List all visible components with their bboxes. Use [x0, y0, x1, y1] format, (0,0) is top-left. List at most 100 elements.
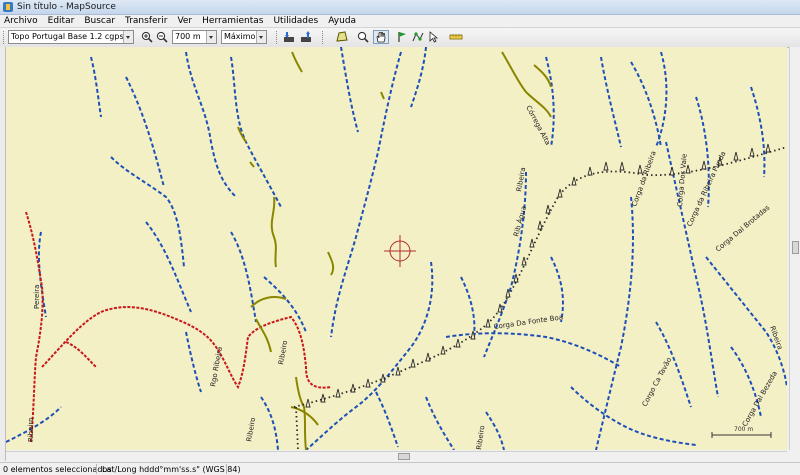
map-label: Ribeira — [768, 325, 784, 351]
scale-label: 700 m — [734, 426, 753, 433]
olive-trail — [250, 296, 287, 308]
track-markers — [305, 143, 771, 408]
stream — [570, 386, 697, 446]
menu-editar[interactable]: Editar — [48, 16, 75, 26]
menu-ver[interactable]: Ver — [177, 16, 192, 26]
stream — [750, 86, 766, 178]
stream — [110, 156, 185, 268]
track-marker — [669, 166, 675, 176]
stream — [260, 396, 279, 450]
map-label: Corga Da Fonte Boa — [493, 313, 563, 331]
stream — [305, 261, 434, 450]
zoom-out-button[interactable] — [155, 30, 169, 44]
zoom-in-button[interactable] — [140, 30, 154, 44]
olive-trail — [270, 196, 277, 268]
send-to-device-button[interactable] — [299, 30, 313, 44]
scale-bar: 700 m — [711, 426, 772, 438]
toolbar-grip[interactable] — [322, 31, 325, 44]
track-marker — [485, 318, 491, 328]
olive-trail — [327, 251, 335, 276]
map-label: Corga Dal Bezeda — [741, 370, 779, 428]
waypoint-tool-button[interactable] — [395, 30, 409, 44]
toolbar-grip[interactable] — [276, 31, 279, 44]
map-label: Ribeiro — [27, 417, 35, 442]
menu-ayuda[interactable]: Ayuda — [328, 16, 356, 26]
map-label: Rgo Ribeira — [209, 346, 224, 387]
track-marker — [455, 338, 461, 348]
toolbar-grip[interactable] — [3, 31, 6, 44]
track-marker — [425, 352, 431, 362]
track-marker — [571, 176, 577, 186]
map-label: Rib Água — [511, 205, 528, 238]
vertical-scrollbar[interactable] — [789, 47, 800, 450]
track-marker — [497, 303, 503, 313]
selection-arrow-icon — [429, 31, 439, 43]
zoom-level-select[interactable]: 700 m — [172, 30, 217, 44]
menu-archivo[interactable]: Archivo — [4, 16, 38, 26]
track-marker — [557, 188, 563, 198]
track-marker — [749, 147, 755, 157]
map-label: Corga Dal Brotadas — [714, 203, 771, 253]
horizontal-scroll-thumb[interactable] — [398, 453, 410, 460]
track-marker — [529, 238, 535, 248]
route-tool-button[interactable] — [411, 30, 425, 44]
map-product-value: Topo Portugal Base 1.2 cgpsmapper — [11, 32, 133, 41]
map-product-select[interactable]: Topo Portugal Base 1.2 cgpsmapper — [8, 30, 134, 44]
stream-network — [6, 47, 787, 450]
stream — [655, 51, 668, 148]
menu-utilidades[interactable]: Utilidades — [273, 16, 318, 26]
zoom-out-icon — [156, 31, 168, 43]
map-view[interactable]: Pereira Ribeiro Rgo Ribeira Ribeiro Ribe… — [6, 47, 787, 450]
vertical-scroll-thumb[interactable] — [792, 241, 799, 254]
track-marker — [521, 256, 527, 266]
horizontal-scrollbar[interactable] — [6, 451, 787, 462]
detail-level-value: Máximo — [224, 32, 256, 41]
menu-transferir[interactable]: Transferir — [125, 16, 167, 26]
stream — [330, 51, 402, 338]
map-labels: Pereira Ribeiro Rgo Ribeira Ribeiro Ribe… — [27, 104, 784, 450]
track-marker — [701, 160, 707, 170]
map-center-crosshair-icon — [384, 235, 416, 267]
detail-level-select[interactable]: Máximo — [221, 30, 267, 44]
zoom-in-icon — [141, 31, 153, 43]
red-trail — [25, 211, 332, 443]
chevron-down-icon[interactable] — [206, 31, 216, 43]
track-marker — [537, 220, 543, 230]
stream — [340, 47, 359, 133]
zoom-tool-button[interactable] — [356, 30, 370, 44]
map-label: Pereira — [33, 285, 41, 309]
track-marker — [470, 330, 476, 340]
send-to-device-icon — [301, 31, 311, 42]
receive-from-device-button[interactable] — [282, 30, 296, 44]
track-marker — [380, 373, 386, 383]
window-title: Sin título - MapSource — [17, 2, 116, 12]
measure-ruler-icon — [449, 34, 463, 40]
track-marker — [765, 143, 771, 153]
map-label: Corgo Ca Tavão — [641, 356, 674, 408]
stream — [600, 56, 622, 148]
zoom-tool-icon — [357, 31, 369, 43]
menu-buscar[interactable]: Buscar — [84, 16, 115, 26]
track-marker — [365, 378, 371, 388]
hand-tool-icon — [376, 32, 386, 43]
measure-tool-button[interactable] — [447, 30, 465, 44]
map-select-tool-button[interactable] — [335, 30, 349, 44]
menu-herramientas[interactable]: Herramientas — [202, 16, 263, 26]
track-marker — [619, 161, 625, 171]
coordinate-format: Lat/Long hddd°mm'ss.s" (WGS 84) — [102, 465, 241, 474]
stream — [145, 221, 192, 313]
topo-map-canvas[interactable]: Pereira Ribeiro Rgo Ribeira Ribeiro Ribe… — [6, 47, 787, 450]
stream — [185, 331, 202, 393]
selection-tool-button[interactable] — [427, 30, 441, 44]
chevron-down-icon[interactable] — [256, 31, 266, 43]
track-marker — [410, 358, 416, 368]
track-marker — [335, 388, 341, 398]
chevron-down-icon[interactable] — [123, 31, 133, 43]
map-label: Corga Dos Vale — [676, 153, 689, 207]
stream — [485, 411, 505, 450]
hand-tool-button[interactable] — [373, 30, 389, 44]
status-bar: 0 elementos seleccionados Lat/Long hddd°… — [0, 462, 800, 475]
stream — [630, 61, 662, 148]
stream — [125, 76, 165, 188]
route-tool-icon — [412, 32, 424, 42]
